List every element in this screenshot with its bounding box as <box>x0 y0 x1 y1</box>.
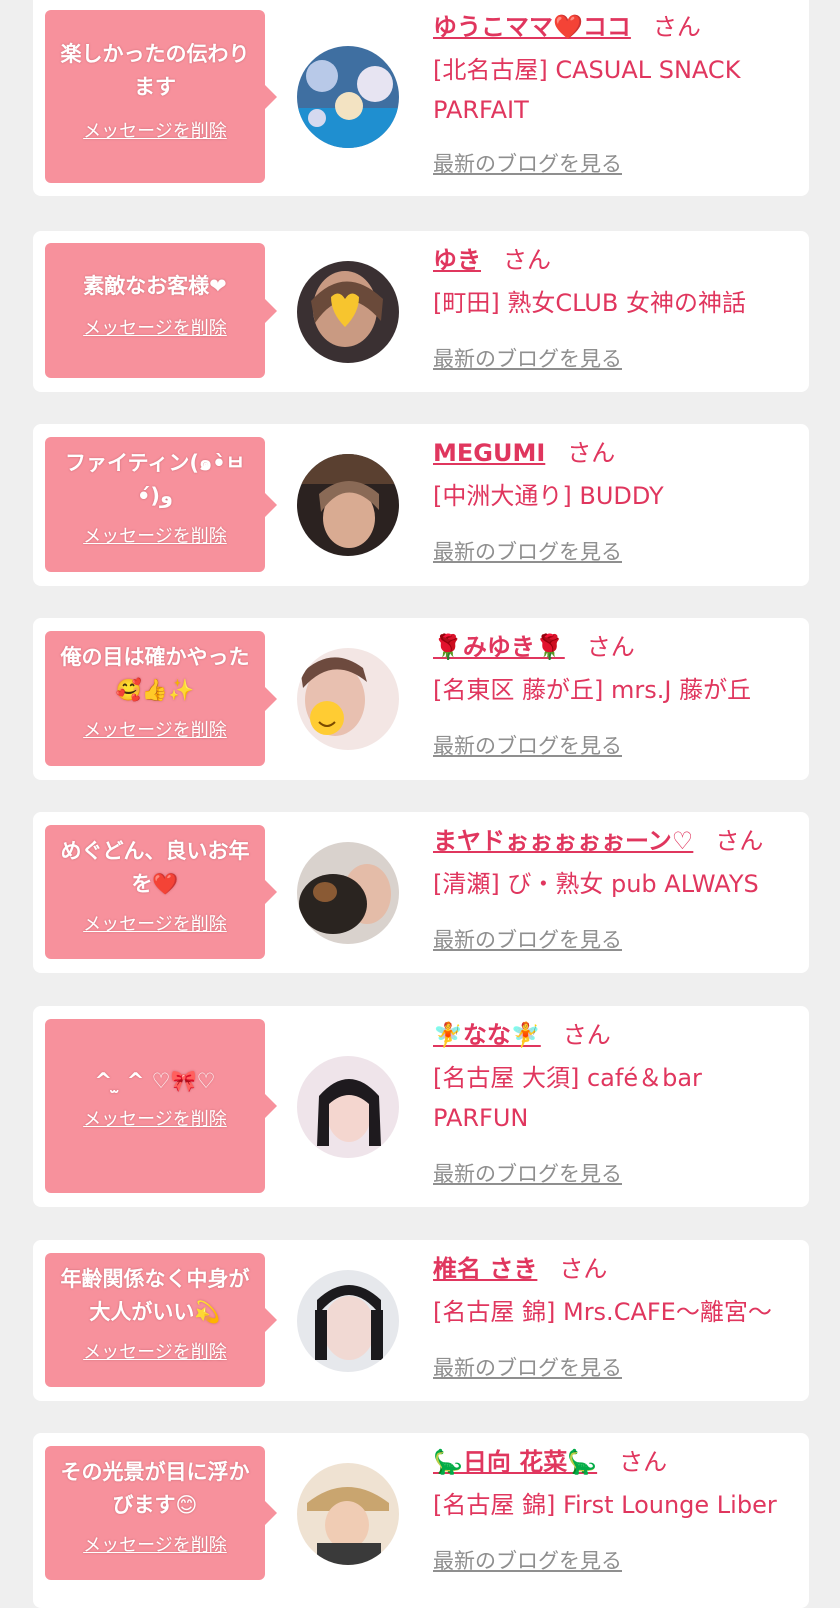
honorific: さん <box>586 633 635 661</box>
avatar[interactable] <box>297 648 399 750</box>
delete-message-link[interactable]: メッセージを削除 <box>83 317 227 341</box>
member-info: 椎名 さき さん [名古屋 錦] Mrs.CAFE〜離宮〜 <box>433 1252 793 1332</box>
delete-message-link[interactable]: メッセージを削除 <box>83 525 227 549</box>
message-bubble: 俺の目は確かやった🥰👍✨ メッセージを削除 <box>45 631 277 766</box>
honorific: さん <box>567 439 616 467</box>
avatar[interactable] <box>297 454 399 556</box>
message-card: 素敵なお客様❤ メッセージを削除 ゆき さん [町田] 熟女CLUB 女神の神話 … <box>33 231 809 392</box>
latest-blog-link[interactable]: 最新のブログを見る <box>433 731 622 761</box>
latest-blog-link[interactable]: 最新のブログを見る <box>433 1353 622 1383</box>
honorific: さん <box>652 13 701 41</box>
latest-blog-link[interactable]: 最新のブログを見る <box>433 537 622 567</box>
member-info: ゆうこママ❤️ココ さん [北名古屋] CASUAL SNACK PARFAIT <box>433 10 793 130</box>
message-text: 年齢関係なく中身が大人がいい💫 <box>60 1267 250 1324</box>
delete-message-link[interactable]: メッセージを削除 <box>83 1341 227 1365</box>
member-info: MEGUMI さん [中洲大通り] BUDDY <box>433 436 793 516</box>
message-card: その光景が目に浮かびます😊 メッセージを削除 🦕日向 花菜🦕 さん [名古屋 錦]… <box>33 1433 809 1608</box>
message-card: 俺の目は確かやった🥰👍✨ メッセージを削除 🌹みゆき🌹 さん [名東区 藤が丘] … <box>33 618 809 780</box>
member-info: まヤドぉぉぉぉぉーン♡ さん [清瀬] び・熟女 pub ALWAYS <box>433 824 793 904</box>
latest-blog-link[interactable]: 最新のブログを見る <box>433 344 622 374</box>
message-card: 楽しかったの伝わります メッセージを削除 ゆうこママ❤️ココ さん [北名古屋] … <box>33 0 809 196</box>
photo-avatar-icon <box>297 1056 399 1158</box>
message-list: 楽しかったの伝わります メッセージを削除 ゆうこママ❤️ココ さん [北名古屋] … <box>0 0 840 1608</box>
message-text: ファイティン(๑•̀ㅂ•́)و <box>65 451 245 508</box>
member-info: 🦕日向 花菜🦕 さん [名古屋 錦] First Lounge Liber <box>433 1445 793 1525</box>
member-name-link[interactable]: 🌹みゆき🌹 <box>433 633 565 661</box>
latest-blog-link[interactable]: 最新のブログを見る <box>433 1546 622 1576</box>
honorific: さん <box>715 827 764 855</box>
avatar[interactable] <box>297 261 399 363</box>
shop-name: [北名古屋] CASUAL SNACK PARFAIT <box>433 56 741 124</box>
message-bubble: 素敵なお客様❤ メッセージを削除 <box>45 243 277 378</box>
photo-avatar-icon <box>297 1270 399 1372</box>
message-bubble: めぐどん、良いお年を❤️ メッセージを削除 <box>45 825 277 959</box>
shop-name: [名古屋 錦] First Lounge Liber <box>433 1491 777 1519</box>
member-name-link[interactable]: 🦕日向 花菜🦕 <box>433 1448 597 1476</box>
member-name-link[interactable]: ゆき <box>433 246 481 274</box>
shop-name: [中洲大通り] BUDDY <box>433 482 664 510</box>
delete-message-link[interactable]: メッセージを削除 <box>83 1108 227 1132</box>
member-info: ゆき さん [町田] 熟女CLUB 女神の神話 <box>433 243 793 323</box>
message-card: めぐどん、良いお年を❤️ メッセージを削除 まヤドぉぉぉぉぉーン♡ さん [清瀬]… <box>33 812 809 973</box>
message-card: 年齢関係なく中身が大人がいい💫 メッセージを削除 椎名 さき さん [名古屋 錦]… <box>33 1240 809 1401</box>
message-text: ^ ̫ ^ ♡🎀♡ <box>94 1069 216 1093</box>
latest-blog-link[interactable]: 最新のブログを見る <box>433 1159 622 1189</box>
message-text: 素敵なお客様❤ <box>83 274 227 298</box>
member-name-link[interactable]: 🧚なな🧚 <box>433 1021 541 1049</box>
message-bubble: ファイティン(๑•̀ㅂ•́)و メッセージを削除 <box>45 437 277 572</box>
member-name-link[interactable]: ゆうこママ❤️ココ <box>433 13 631 41</box>
shop-name: [町田] 熟女CLUB 女神の神話 <box>433 289 746 317</box>
member-info: 🧚なな🧚 さん [名古屋 大須] café＆bar PARFUN <box>433 1018 793 1138</box>
message-bubble: ^ ̫ ^ ♡🎀♡ メッセージを削除 <box>45 1019 277 1193</box>
member-name-link[interactable]: MEGUMI <box>433 439 545 467</box>
shop-name: [名古屋 大須] café＆bar PARFUN <box>433 1064 702 1132</box>
shop-name: [名東区 藤が丘] mrs.J 藤が丘 <box>433 676 752 704</box>
delete-message-link[interactable]: メッセージを削除 <box>83 120 227 144</box>
delete-message-link[interactable]: メッセージを削除 <box>83 719 227 743</box>
honorific: さん <box>619 1448 668 1476</box>
latest-blog-link[interactable]: 最新のブログを見る <box>433 149 622 179</box>
member-info: 🌹みゆき🌹 さん [名東区 藤が丘] mrs.J 藤が丘 <box>433 630 793 710</box>
message-bubble: 年齢関係なく中身が大人がいい💫 メッセージを削除 <box>45 1253 277 1387</box>
photo-avatar-icon <box>297 842 399 944</box>
photo-avatar-icon <box>297 648 399 750</box>
avatar[interactable] <box>297 1270 399 1372</box>
message-card: ^ ̫ ^ ♡🎀♡ メッセージを削除 🧚なな🧚 さん [名古屋 大須] café＆… <box>33 1006 809 1207</box>
latest-blog-link[interactable]: 最新のブログを見る <box>433 925 622 955</box>
photo-avatar-icon <box>297 454 399 556</box>
avatar[interactable] <box>297 46 399 148</box>
avatar[interactable] <box>297 842 399 944</box>
message-text: 楽しかったの伝わります <box>60 42 250 99</box>
delete-message-link[interactable]: メッセージを削除 <box>83 1534 227 1558</box>
message-bubble: 楽しかったの伝わります メッセージを削除 <box>45 10 277 183</box>
shop-name: [清瀬] び・熟女 pub ALWAYS <box>433 870 759 898</box>
avatar[interactable] <box>297 1463 399 1565</box>
honorific: さん <box>562 1021 611 1049</box>
message-card: ファイティン(๑•̀ㅂ•́)و メッセージを削除 MEGUMI さん [中洲大通り… <box>33 424 809 586</box>
shop-name: [名古屋 錦] Mrs.CAFE〜離宮〜 <box>433 1298 772 1326</box>
message-text: めぐどん、良いお年を❤️ <box>60 839 250 896</box>
photo-avatar-icon <box>297 46 399 148</box>
member-name-link[interactable]: 椎名 さき <box>433 1255 537 1283</box>
photo-avatar-icon <box>297 261 399 363</box>
message-bubble: その光景が目に浮かびます😊 メッセージを削除 <box>45 1446 277 1580</box>
member-name-link[interactable]: まヤドぉぉぉぉぉーン♡ <box>433 827 693 855</box>
avatar[interactable] <box>297 1056 399 1158</box>
message-text: 俺の目は確かやった🥰👍✨ <box>60 645 250 702</box>
honorific: さん <box>559 1255 608 1283</box>
photo-avatar-icon <box>297 1463 399 1565</box>
message-text: その光景が目に浮かびます😊 <box>60 1460 250 1517</box>
honorific: さん <box>503 246 551 274</box>
delete-message-link[interactable]: メッセージを削除 <box>83 913 227 937</box>
